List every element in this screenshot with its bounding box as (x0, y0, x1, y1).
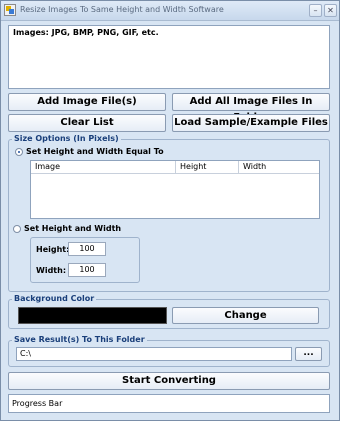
width-input[interactable]: 100 (68, 263, 106, 277)
progress-bar-label: Progress Bar (12, 399, 63, 408)
size-options-title: Size Options (In Pixels) (12, 134, 121, 143)
images-list-header: Images: JPG, BMP, PNG, GIF, etc. (13, 28, 159, 37)
width-label: Width: (36, 266, 67, 275)
minimize-button[interactable]: – (309, 4, 322, 17)
add-image-files-button[interactable]: Add Image File(s) (8, 93, 166, 111)
progress-bar: Progress Bar (8, 394, 330, 413)
height-label: Height: (36, 245, 70, 254)
background-color-title: Background Color (12, 294, 97, 303)
equal-size-radio[interactable] (15, 148, 23, 156)
app-window: Resize Images To Same Height and Width S… (0, 0, 340, 421)
app-icon (4, 4, 16, 16)
column-header-width[interactable]: Width (239, 161, 319, 174)
save-folder-title: Save Result(s) To This Folder (12, 335, 147, 344)
equal-size-label: Set Height and Width Equal To (26, 147, 164, 156)
load-sample-button[interactable]: Load Sample/Example Files (172, 114, 330, 132)
column-header-image[interactable]: Image (31, 161, 176, 174)
window-title: Resize Images To Same Height and Width S… (20, 5, 224, 14)
title-bar[interactable]: Resize Images To Same Height and Width S… (1, 1, 339, 21)
close-button[interactable]: ✕ (324, 4, 337, 17)
size-table[interactable]: Image Height Width (30, 160, 320, 219)
add-all-in-folder-button[interactable]: Add All Image Files In Folder (172, 93, 330, 123)
clear-list-button[interactable]: Clear List (8, 114, 166, 132)
images-list[interactable]: Images: JPG, BMP, PNG, GIF, etc. (8, 25, 330, 89)
height-input[interactable]: 100 (68, 242, 106, 256)
change-color-button[interactable]: Change (172, 307, 319, 324)
save-folder-input[interactable]: C:\ (16, 347, 292, 361)
column-header-height[interactable]: Height (176, 161, 239, 174)
start-converting-button[interactable]: Start Converting (8, 372, 330, 390)
set-size-radio[interactable] (13, 225, 21, 233)
background-color-swatch[interactable] (18, 307, 167, 324)
browse-folder-button[interactable]: ... (295, 347, 322, 361)
set-size-label: Set Height and Width (24, 224, 122, 233)
